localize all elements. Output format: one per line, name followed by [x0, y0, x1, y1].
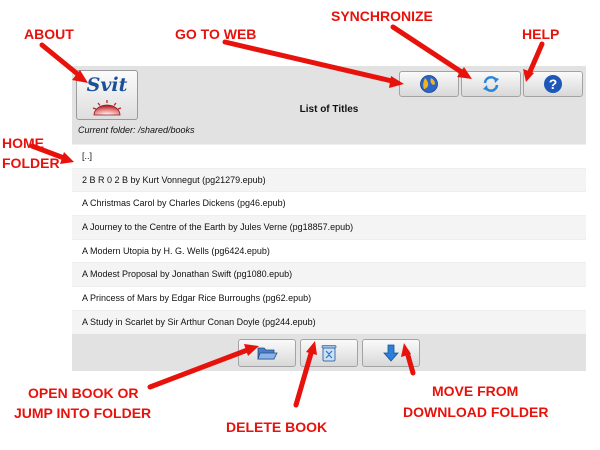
annotation-open-book-line1: OPEN BOOK OR	[28, 385, 139, 401]
annotation-delete-book: DELETE BOOK	[226, 419, 328, 435]
annotation-move-line2: DOWNLOAD FOLDER	[403, 404, 549, 420]
annotation-move-line1: MOVE FROM	[432, 383, 519, 399]
annotation-synchronize: SYNCHRONIZE	[331, 8, 433, 24]
annotation-about: ABOUT	[24, 26, 74, 42]
annotation-home-folder-line1: HOME	[2, 135, 44, 151]
annotation-open-book-line2: JUMP INTO FOLDER	[14, 405, 152, 421]
annotation-go-to-web: GO TO WEB	[175, 26, 257, 42]
annotation-help: HELP	[522, 26, 560, 42]
annotation-home-folder-line2: FOLDER	[2, 155, 60, 171]
